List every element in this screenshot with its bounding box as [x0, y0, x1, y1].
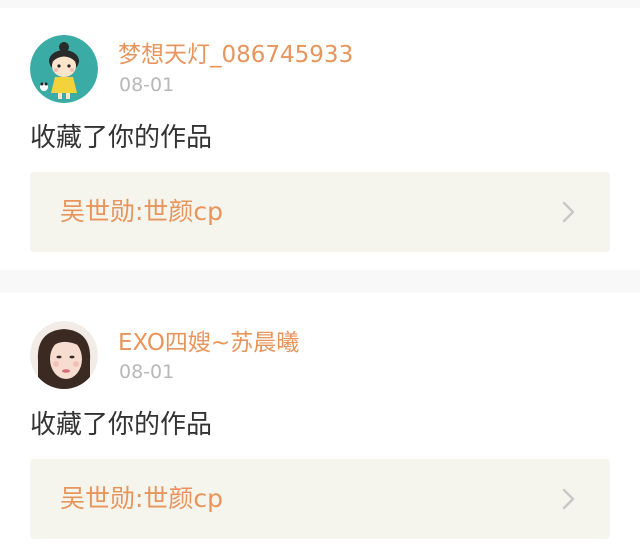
work-link[interactable]: 吴世勋:世颜cp — [30, 172, 610, 252]
user-photo-avatar-icon — [30, 321, 98, 389]
chevron-right-icon — [562, 201, 575, 223]
notification-feed: 梦想天灯_086745933 08-01 收藏了你的作品 吴世勋:世颜cp EX… — [0, 0, 640, 547]
work-link[interactable]: 吴世勋:世颜cp — [30, 459, 610, 539]
activity-text: 收藏了你的作品 — [30, 123, 213, 153]
cartoon-girl-avatar-icon — [30, 35, 98, 103]
chevron-right-icon — [562, 488, 575, 510]
work-title: 吴世勋:世颜cp — [60, 484, 224, 513]
timestamp: 08-01 — [119, 361, 175, 383]
notification-card: 梦想天灯_086745933 08-01 收藏了你的作品 吴世勋:世颜cp — [0, 8, 640, 270]
activity-text: 收藏了你的作品 — [30, 410, 213, 440]
avatar[interactable] — [30, 321, 98, 389]
username[interactable]: 梦想天灯_086745933 — [118, 41, 353, 69]
work-title: 吴世勋:世颜cp — [60, 197, 224, 226]
avatar[interactable] — [30, 35, 98, 103]
username[interactable]: EXO四嫂~苏晨曦 — [118, 329, 299, 357]
notification-card: EXO四嫂~苏晨曦 08-01 收藏了你的作品 吴世勋:世颜cp — [0, 293, 640, 547]
timestamp: 08-01 — [119, 74, 175, 96]
